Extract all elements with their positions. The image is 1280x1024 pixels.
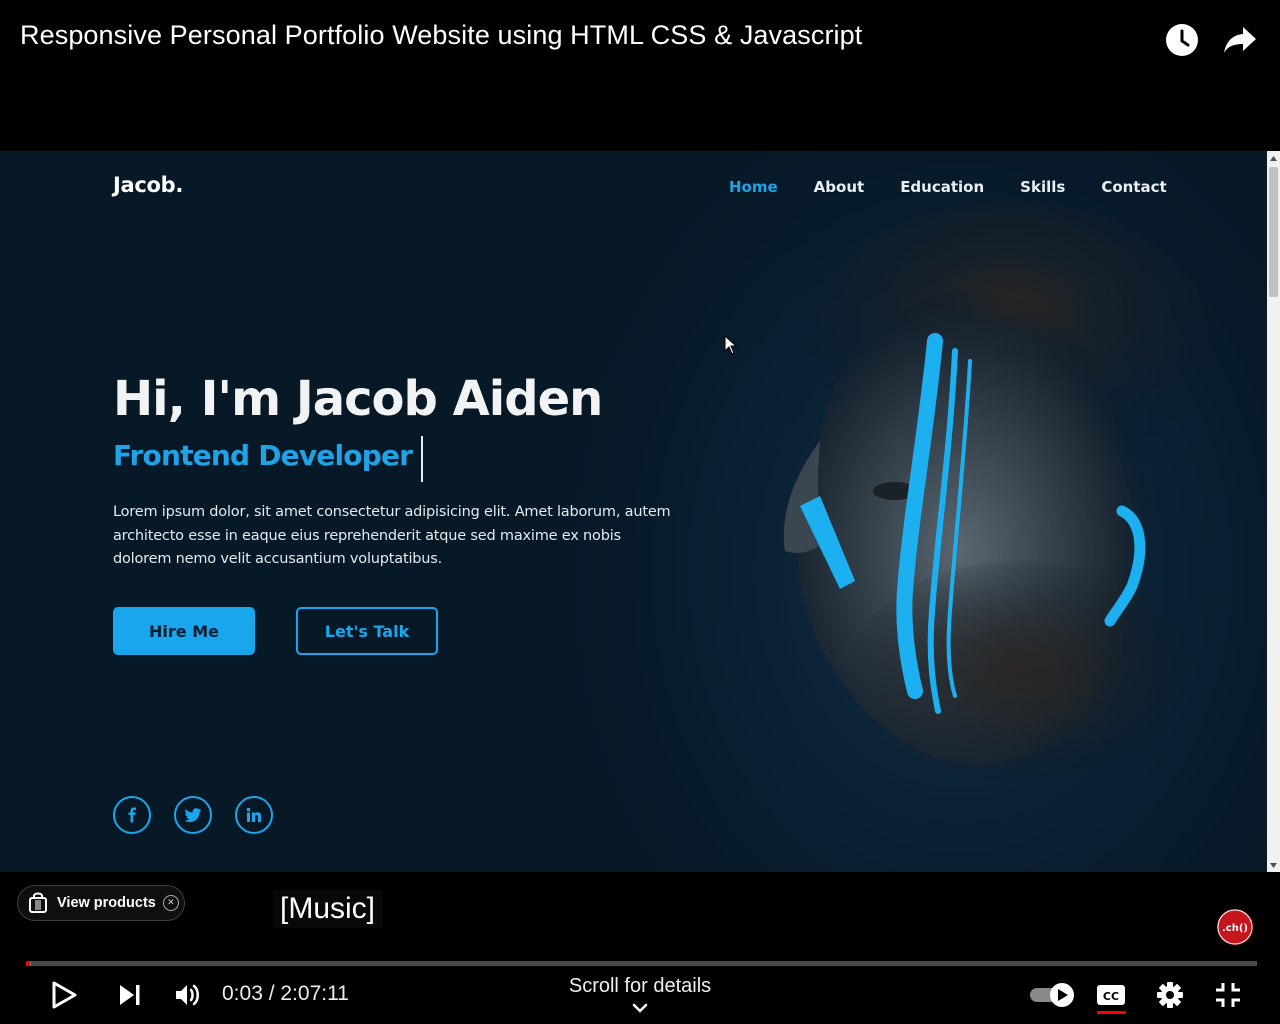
portrait-image bbox=[783, 201, 1210, 781]
portfolio-site: Jacob. Home About Education Skills Conta… bbox=[0, 151, 1280, 872]
view-products-chip[interactable]: View products ✕ bbox=[17, 885, 185, 921]
channel-watermark[interactable]: .ch() bbox=[1217, 909, 1253, 945]
hire-me-button[interactable]: Hire Me bbox=[113, 607, 255, 655]
gear-icon[interactable] bbox=[1152, 975, 1188, 1015]
svg-text:CC: CC bbox=[1103, 990, 1119, 1003]
scroll-thumb[interactable] bbox=[1269, 167, 1278, 297]
twitter-icon[interactable] bbox=[174, 796, 212, 834]
time-display: 0:03 / 2:07:11 bbox=[222, 982, 349, 1005]
progress-bar[interactable] bbox=[26, 961, 1257, 966]
hero-description: Lorem ipsum dolor, sit amet consectetur … bbox=[113, 504, 671, 567]
shopping-bag-icon bbox=[26, 891, 50, 915]
view-products-label: View products bbox=[57, 895, 156, 911]
video-frame[interactable]: Jacob. Home About Education Skills Conta… bbox=[0, 151, 1280, 872]
typing-cursor bbox=[421, 436, 423, 482]
next-icon[interactable] bbox=[110, 975, 150, 1015]
hero-role: Frontend Developer bbox=[113, 439, 413, 472]
clock-icon[interactable] bbox=[1162, 20, 1202, 60]
scroll-for-details[interactable]: Scroll for details bbox=[540, 975, 740, 998]
scroll-up-icon[interactable] bbox=[1267, 151, 1280, 165]
caption-text: [Music] bbox=[273, 890, 383, 928]
cc-active-indicator bbox=[1097, 1011, 1126, 1014]
exit-fullscreen-icon[interactable] bbox=[1210, 975, 1246, 1015]
lets-talk-button[interactable]: Let's Talk bbox=[296, 607, 438, 655]
svg-text:.ch(): .ch() bbox=[1222, 923, 1248, 934]
chevron-down-icon[interactable] bbox=[632, 1003, 648, 1013]
share-arrow-icon[interactable] bbox=[1220, 20, 1260, 60]
page-scrollbar[interactable] bbox=[1267, 151, 1280, 872]
player-top-bar: Responsive Personal Portfolio Website us… bbox=[0, 0, 1280, 151]
video-title[interactable]: Responsive Personal Portfolio Website us… bbox=[20, 20, 862, 51]
hero-title: Hi, I'm Jacob Aiden bbox=[113, 371, 603, 427]
mouse-pointer-icon bbox=[724, 335, 738, 355]
progress-played bbox=[26, 961, 30, 966]
volume-icon[interactable] bbox=[168, 975, 208, 1015]
linkedin-icon[interactable] bbox=[235, 796, 273, 834]
scroll-down-icon[interactable] bbox=[1267, 858, 1280, 872]
close-circle-icon[interactable]: ✕ bbox=[162, 895, 179, 911]
site-logo: Jacob. bbox=[113, 173, 184, 197]
play-icon[interactable] bbox=[44, 975, 84, 1015]
facebook-icon[interactable] bbox=[113, 796, 151, 834]
autoplay-toggle-icon[interactable] bbox=[1028, 975, 1076, 1015]
cc-icon[interactable]: CC bbox=[1094, 975, 1128, 1015]
player-controls: View products ✕ [Music] .ch() 0:03 / 2:0… bbox=[0, 872, 1280, 1024]
